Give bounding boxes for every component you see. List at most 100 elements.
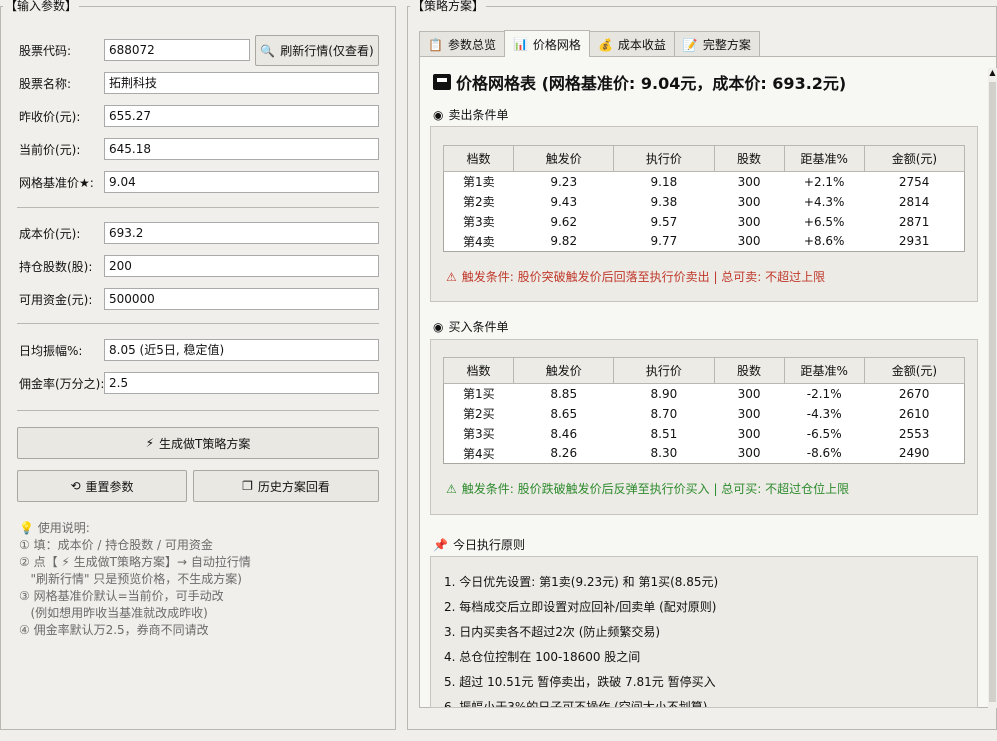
column-header[interactable]: 股数	[713, 145, 785, 172]
bar-chart-icon: 📊	[512, 37, 528, 51]
generate-strategy-button[interactable]: ⚡ 生成做T策略方案	[17, 427, 379, 459]
column-header[interactable]: 距基准%	[783, 357, 865, 384]
column-header[interactable]: 触发价	[513, 357, 615, 384]
refresh-quote-label: 刷新行情(仅查看)	[280, 44, 374, 58]
table-cell: 第3卖	[462, 215, 495, 229]
buy-note: ⚠ 触发条件: 股价跌破触发价后反弹至执行价买入 | 总可买: 不超过仓位上限	[446, 480, 849, 497]
table-cell: 300	[737, 194, 761, 209]
separator-3	[17, 410, 379, 411]
table-cell: 9.57	[650, 214, 678, 229]
field-input[interactable]: 8.05 (近5日, 稳定值)	[104, 339, 379, 361]
table-cell: 2490	[898, 446, 930, 461]
table-row[interactable]: 第4卖 9.82 9.77 300 +8.6% 2931	[444, 232, 965, 252]
table-cell: +8.6%	[803, 234, 845, 249]
field-label: 股票名称:	[19, 77, 72, 91]
table-cell: 2871	[898, 214, 930, 229]
record-icon: ◉	[433, 107, 444, 122]
field-input[interactable]: 693.2	[104, 222, 379, 244]
column-header[interactable]: 金额(元)	[863, 357, 966, 384]
table-cell: -6.5%	[806, 426, 842, 441]
field-input[interactable]: 拓荆科技	[104, 72, 379, 94]
column-header[interactable]: 股数	[713, 357, 785, 384]
field-input[interactable]: 2.5	[104, 372, 379, 394]
table-row[interactable]: 第3买 8.46 8.51 300 -6.5% 2553	[444, 424, 965, 444]
column-header[interactable]: 档数	[442, 145, 515, 172]
field-input[interactable]: 645.18	[104, 138, 379, 160]
help-text: ④ 佣金率默认万2.5，券商不同请改	[19, 622, 209, 639]
table-row[interactable]: 第1买 8.85 8.90 300 -2.1% 2670	[444, 384, 965, 404]
column-header[interactable]: 距基准%	[783, 145, 865, 172]
column-header[interactable]: 触发价	[513, 145, 615, 172]
field-input[interactable]: 500000	[104, 288, 379, 310]
field-input[interactable]: 655.27	[104, 105, 379, 127]
tab-full-plan[interactable]: 📝 完整方案	[673, 31, 760, 57]
table-cell: +2.1%	[803, 174, 845, 189]
table-cell: 第2卖	[462, 195, 495, 209]
table-row[interactable]: 第2卖 9.43 9.38 300 +4.3% 2814	[444, 192, 965, 212]
column-header[interactable]: 金额(元)	[863, 145, 966, 172]
field-label: 佣金率(万分之):	[19, 377, 105, 391]
help-line: "刷新行情" 只是预览价格，不生成方案)	[19, 572, 242, 586]
table-cell: 300	[737, 426, 761, 441]
table-row[interactable]: 第2买 8.65 8.70 300 -4.3% 2610	[444, 404, 965, 424]
principle-item: 5. 超过 10.51元 暂停卖出，跌破 7.81元 暂停买入	[444, 675, 716, 689]
table-cell: 9.18	[650, 174, 678, 189]
tab-price-grid[interactable]: 📊 价格网格	[503, 30, 590, 57]
table-cell: -4.3%	[806, 406, 842, 421]
table-cell: -8.6%	[806, 446, 842, 461]
tab-overview[interactable]: 📋 参数总览	[419, 31, 505, 57]
table-cell: -2.1%	[806, 386, 842, 401]
pin-icon: 📌	[433, 537, 448, 552]
table-cell: 8.70	[650, 406, 678, 421]
field-label: 日均振幅%:	[19, 344, 83, 358]
field-label: 当前价(元):	[19, 143, 81, 157]
field-label: 网格基准价★:	[19, 176, 94, 190]
table-icon	[433, 74, 451, 90]
field-input[interactable]: 688072	[104, 39, 250, 61]
history-plan-button[interactable]: ❐ 历史方案回看	[193, 470, 379, 502]
scroll-thumb[interactable]	[989, 82, 996, 702]
field-label: 持仓股数(股):	[19, 260, 93, 274]
table-cell: 8.46	[550, 426, 578, 441]
table-cell: +6.5%	[803, 214, 845, 229]
tab-cost-profit[interactable]: 💰 成本收益	[588, 31, 675, 57]
table-cell: 8.30	[650, 446, 678, 461]
tab-overview-label: 参数总览	[447, 38, 496, 52]
column-header[interactable]: 执行价	[613, 145, 715, 172]
grid-heading: 价格网格表 (网格基准价: 9.04元，成本价: 693.2元)	[433, 70, 846, 94]
tab-price-grid-label: 价格网格	[532, 37, 581, 52]
principle-title: 📌 今日执行原则	[433, 536, 525, 553]
scroll-up-arrow[interactable]: ▲	[988, 68, 997, 78]
field-input[interactable]: 200	[104, 255, 379, 277]
warning-icon: ⚠	[446, 269, 457, 284]
principle-item: 4. 总仓位控制在 100-18600 股之间	[444, 650, 641, 664]
refresh-quote-button[interactable]: 🔍 刷新行情(仅查看)	[255, 35, 379, 66]
grid-heading-text: 价格网格表 (网格基准价: 9.04元，成本价: 693.2元)	[456, 74, 847, 93]
help-text: ② 点【 ⚡ 生成做T策略方案】→ 自动拉行情	[19, 554, 251, 571]
table-cell: 9.77	[650, 234, 678, 249]
principle-item: 3. 日内买卖各不超过2次 (防止频繁交易)	[444, 625, 661, 639]
principle-item: 6. 振幅小于3%的日子可不操作 (空间太小不划算)	[444, 700, 708, 708]
table-cell: 9.43	[550, 194, 578, 209]
column-header[interactable]: 执行价	[613, 357, 715, 384]
table-cell: 第3买	[462, 427, 495, 441]
help-line: ② 点【 ⚡ 生成做T策略方案】→ 自动拉行情	[19, 555, 251, 569]
table-cell: 9.38	[650, 194, 678, 209]
column-header[interactable]: 档数	[442, 357, 515, 384]
vertical-scrollbar[interactable]: ▲	[988, 68, 997, 708]
sell-title-text: 卖出条件单	[448, 108, 509, 122]
status-bar	[0, 734, 997, 741]
table-row[interactable]: 第3卖 9.62 9.57 300 +6.5% 2871	[444, 212, 965, 232]
table-cell: 第4买	[462, 446, 495, 461]
table-cell: 300	[737, 234, 761, 249]
table-cell: 2610	[898, 406, 930, 421]
help-line: ① 填：成本价 / 持仓股数 / 可用资金	[19, 538, 213, 552]
principle-item: 2. 每档成交后立即设置对应回补/回卖单 (配对原则)	[444, 600, 717, 614]
table-cell: 300	[737, 386, 761, 401]
table-row[interactable]: 第1卖 9.23 9.18 300 +2.1% 2754	[444, 172, 965, 192]
buy-note-text: 触发条件: 股价跌破触发价后反弹至执行价买入 | 总可买: 不超过仓位上限	[461, 482, 850, 496]
field-input[interactable]: 9.04	[104, 171, 379, 193]
reset-params-button[interactable]: ⟲ 重置参数	[17, 470, 187, 502]
table-row[interactable]: 第4买 8.26 8.30 300 -8.6% 2490	[444, 444, 965, 464]
help-text: "刷新行情" 只是预览价格，不生成方案)	[19, 571, 242, 588]
